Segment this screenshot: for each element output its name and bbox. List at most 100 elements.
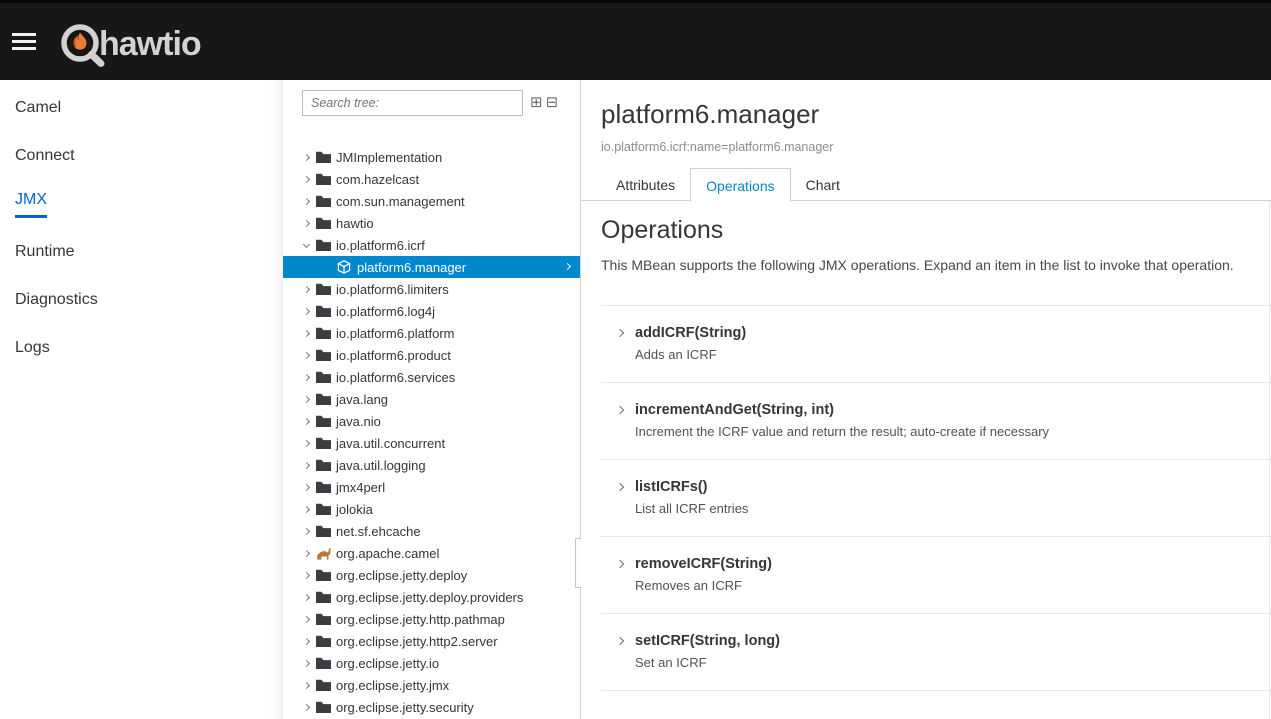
tree-item[interactable]: io.platform6.platform xyxy=(283,322,580,344)
folder-icon xyxy=(316,393,332,405)
tree-item[interactable]: com.hazelcast xyxy=(283,168,580,190)
tree-item[interactable]: org.eclipse.jetty.http.pathmap xyxy=(283,608,580,630)
nav-item-camel[interactable]: Camel xyxy=(0,84,283,132)
tree-item[interactable]: org.eclipse.jetty.jmx xyxy=(283,674,580,696)
tree-item-label: java.nio xyxy=(336,414,381,429)
chevron-right-icon[interactable] xyxy=(303,483,310,490)
tree-item[interactable]: jolokia xyxy=(283,498,580,520)
chevron-right-icon[interactable] xyxy=(303,571,310,578)
tree-item[interactable]: java.nio xyxy=(283,410,580,432)
chevron-right-icon[interactable] xyxy=(303,527,310,534)
tree-item[interactable]: io.platform6.product xyxy=(283,344,580,366)
nav-item-label: Connect xyxy=(15,147,75,165)
tree-item[interactable]: java.util.logging xyxy=(283,454,580,476)
collapse-all-button[interactable]: ⊟ xyxy=(546,89,559,115)
tree-item[interactable]: net.sf.ehcache xyxy=(283,520,580,542)
tab-operations[interactable]: Operations xyxy=(690,168,790,202)
chevron-right-icon[interactable] xyxy=(303,329,310,336)
operation-item[interactable]: listICRFs()List all ICRF entries xyxy=(601,459,1271,536)
folder-icon xyxy=(316,613,332,625)
tree-item[interactable]: io.platform6.icrf xyxy=(283,234,580,256)
tree-item-label: io.platform6.limiters xyxy=(336,282,449,297)
nav-item-diagnostics[interactable]: Diagnostics xyxy=(0,276,283,324)
content-right-border xyxy=(1269,201,1270,719)
nav-item-runtime[interactable]: Runtime xyxy=(0,228,283,276)
chevron-right-icon[interactable] xyxy=(303,659,310,666)
chevron-right-icon[interactable] xyxy=(303,395,310,402)
chevron-right-icon[interactable] xyxy=(303,373,310,380)
mbean-detail-panel: platform6.manager io.platform6.icrf:name… xyxy=(581,80,1271,719)
chevron-right-icon[interactable] xyxy=(616,637,624,645)
chevron-right-icon[interactable] xyxy=(303,461,310,468)
tree-item[interactable]: org.eclipse.jetty.deploy.providers xyxy=(283,586,580,608)
tree-item[interactable]: org.apache.camel xyxy=(283,542,580,564)
chevron-right-icon xyxy=(564,263,571,270)
tree-item[interactable]: io.platform6.log4j xyxy=(283,300,580,322)
folder-icon xyxy=(316,195,332,207)
tree-item[interactable]: hawtio xyxy=(283,212,580,234)
chevron-right-icon[interactable] xyxy=(303,307,310,314)
operations-heading: Operations xyxy=(601,215,1271,245)
tree-item-label: org.apache.camel xyxy=(336,546,439,561)
operation-item[interactable]: setICRF(String, long)Set an ICRF xyxy=(601,613,1271,690)
tree-item-label: hawtio xyxy=(336,216,374,231)
chevron-right-icon[interactable] xyxy=(616,560,624,568)
tree-item[interactable]: JMImplementation xyxy=(283,146,580,168)
app-header: hawtio xyxy=(0,0,1271,80)
operation-signature: incrementAndGet(String, int) xyxy=(635,400,1271,420)
operations-list: addICRF(String)Adds an ICRFincrementAndG… xyxy=(601,305,1271,691)
chevron-right-icon[interactable] xyxy=(303,219,310,226)
chevron-right-icon[interactable] xyxy=(303,681,310,688)
tree-item[interactable]: org.eclipse.jetty.io xyxy=(283,652,580,674)
tree-item[interactable]: com.sun.management xyxy=(283,190,580,212)
tree-item-label: io.platform6.product xyxy=(336,348,451,363)
tree-item[interactable]: org.eclipse.jetty.deploy xyxy=(283,564,580,586)
operation-item[interactable]: addICRF(String)Adds an ICRF xyxy=(601,305,1271,382)
chevron-right-icon[interactable] xyxy=(303,417,310,424)
tree-item[interactable]: platform6.manager xyxy=(283,256,580,278)
tree-item[interactable]: java.util.concurrent xyxy=(283,432,580,454)
chevron-right-icon[interactable] xyxy=(303,703,310,710)
chevron-right-icon[interactable] xyxy=(303,549,310,556)
chevron-right-icon[interactable] xyxy=(303,197,310,204)
chevron-right-icon[interactable] xyxy=(303,637,310,644)
tab-attributes[interactable]: Attributes xyxy=(601,168,690,201)
tree-item[interactable]: org.eclipse.jetty.security xyxy=(283,696,580,718)
tree-item[interactable]: io.platform6.limiters xyxy=(283,278,580,300)
chevron-right-icon[interactable] xyxy=(303,285,310,292)
folder-icon xyxy=(316,173,332,185)
search-input[interactable] xyxy=(302,90,523,116)
chevron-right-icon[interactable] xyxy=(303,351,310,358)
nav-item-logs[interactable]: Logs xyxy=(0,324,283,372)
hamburger-menu-icon[interactable] xyxy=(12,32,40,54)
nav-item-label: Logs xyxy=(15,339,50,357)
hawtio-logo: hawtio xyxy=(58,20,228,73)
mbean-tree: JMImplementationcom.hazelcastcom.sun.man… xyxy=(283,146,580,718)
expand-all-button[interactable]: ⊞ xyxy=(530,89,543,115)
chevron-right-icon[interactable] xyxy=(303,593,310,600)
chevron-right-icon[interactable] xyxy=(616,483,624,491)
operation-item[interactable]: removeICRF(String)Removes an ICRF xyxy=(601,536,1271,613)
chevron-right-icon[interactable] xyxy=(303,175,310,182)
chevron-right-icon[interactable] xyxy=(303,153,310,160)
tree-item-label: org.eclipse.jetty.http2.server xyxy=(336,634,498,649)
chevron-right-icon[interactable] xyxy=(303,439,310,446)
folder-icon xyxy=(316,415,332,427)
chevron-right-icon[interactable] xyxy=(303,505,310,512)
chevron-right-icon[interactable] xyxy=(616,329,624,337)
tab-chart[interactable]: Chart xyxy=(791,168,855,201)
chevron-right-icon[interactable] xyxy=(303,615,310,622)
operation-item[interactable]: incrementAndGet(String, int)Increment th… xyxy=(601,382,1271,459)
tree-item[interactable]: java.lang xyxy=(283,388,580,410)
tree-item-label: org.eclipse.jetty.deploy.providers xyxy=(336,590,523,605)
chevron-down-icon[interactable] xyxy=(303,240,310,247)
tree-item[interactable]: jmx4perl xyxy=(283,476,580,498)
tree-item[interactable]: org.eclipse.jetty.http2.server xyxy=(283,630,580,652)
jmx-tree-panel: ⊞ ⊟ JMImplementationcom.hazelcastcom.sun… xyxy=(283,80,581,719)
tree-item[interactable]: io.platform6.services xyxy=(283,366,580,388)
tree-item-label: io.platform6.services xyxy=(336,370,455,385)
nav-item-jmx[interactable]: JMX xyxy=(0,180,283,228)
chevron-right-icon[interactable] xyxy=(616,406,624,414)
mbean-object-name: io.platform6.icrf:name=platform6.manager xyxy=(601,140,1271,155)
nav-item-connect[interactable]: Connect xyxy=(0,132,283,180)
